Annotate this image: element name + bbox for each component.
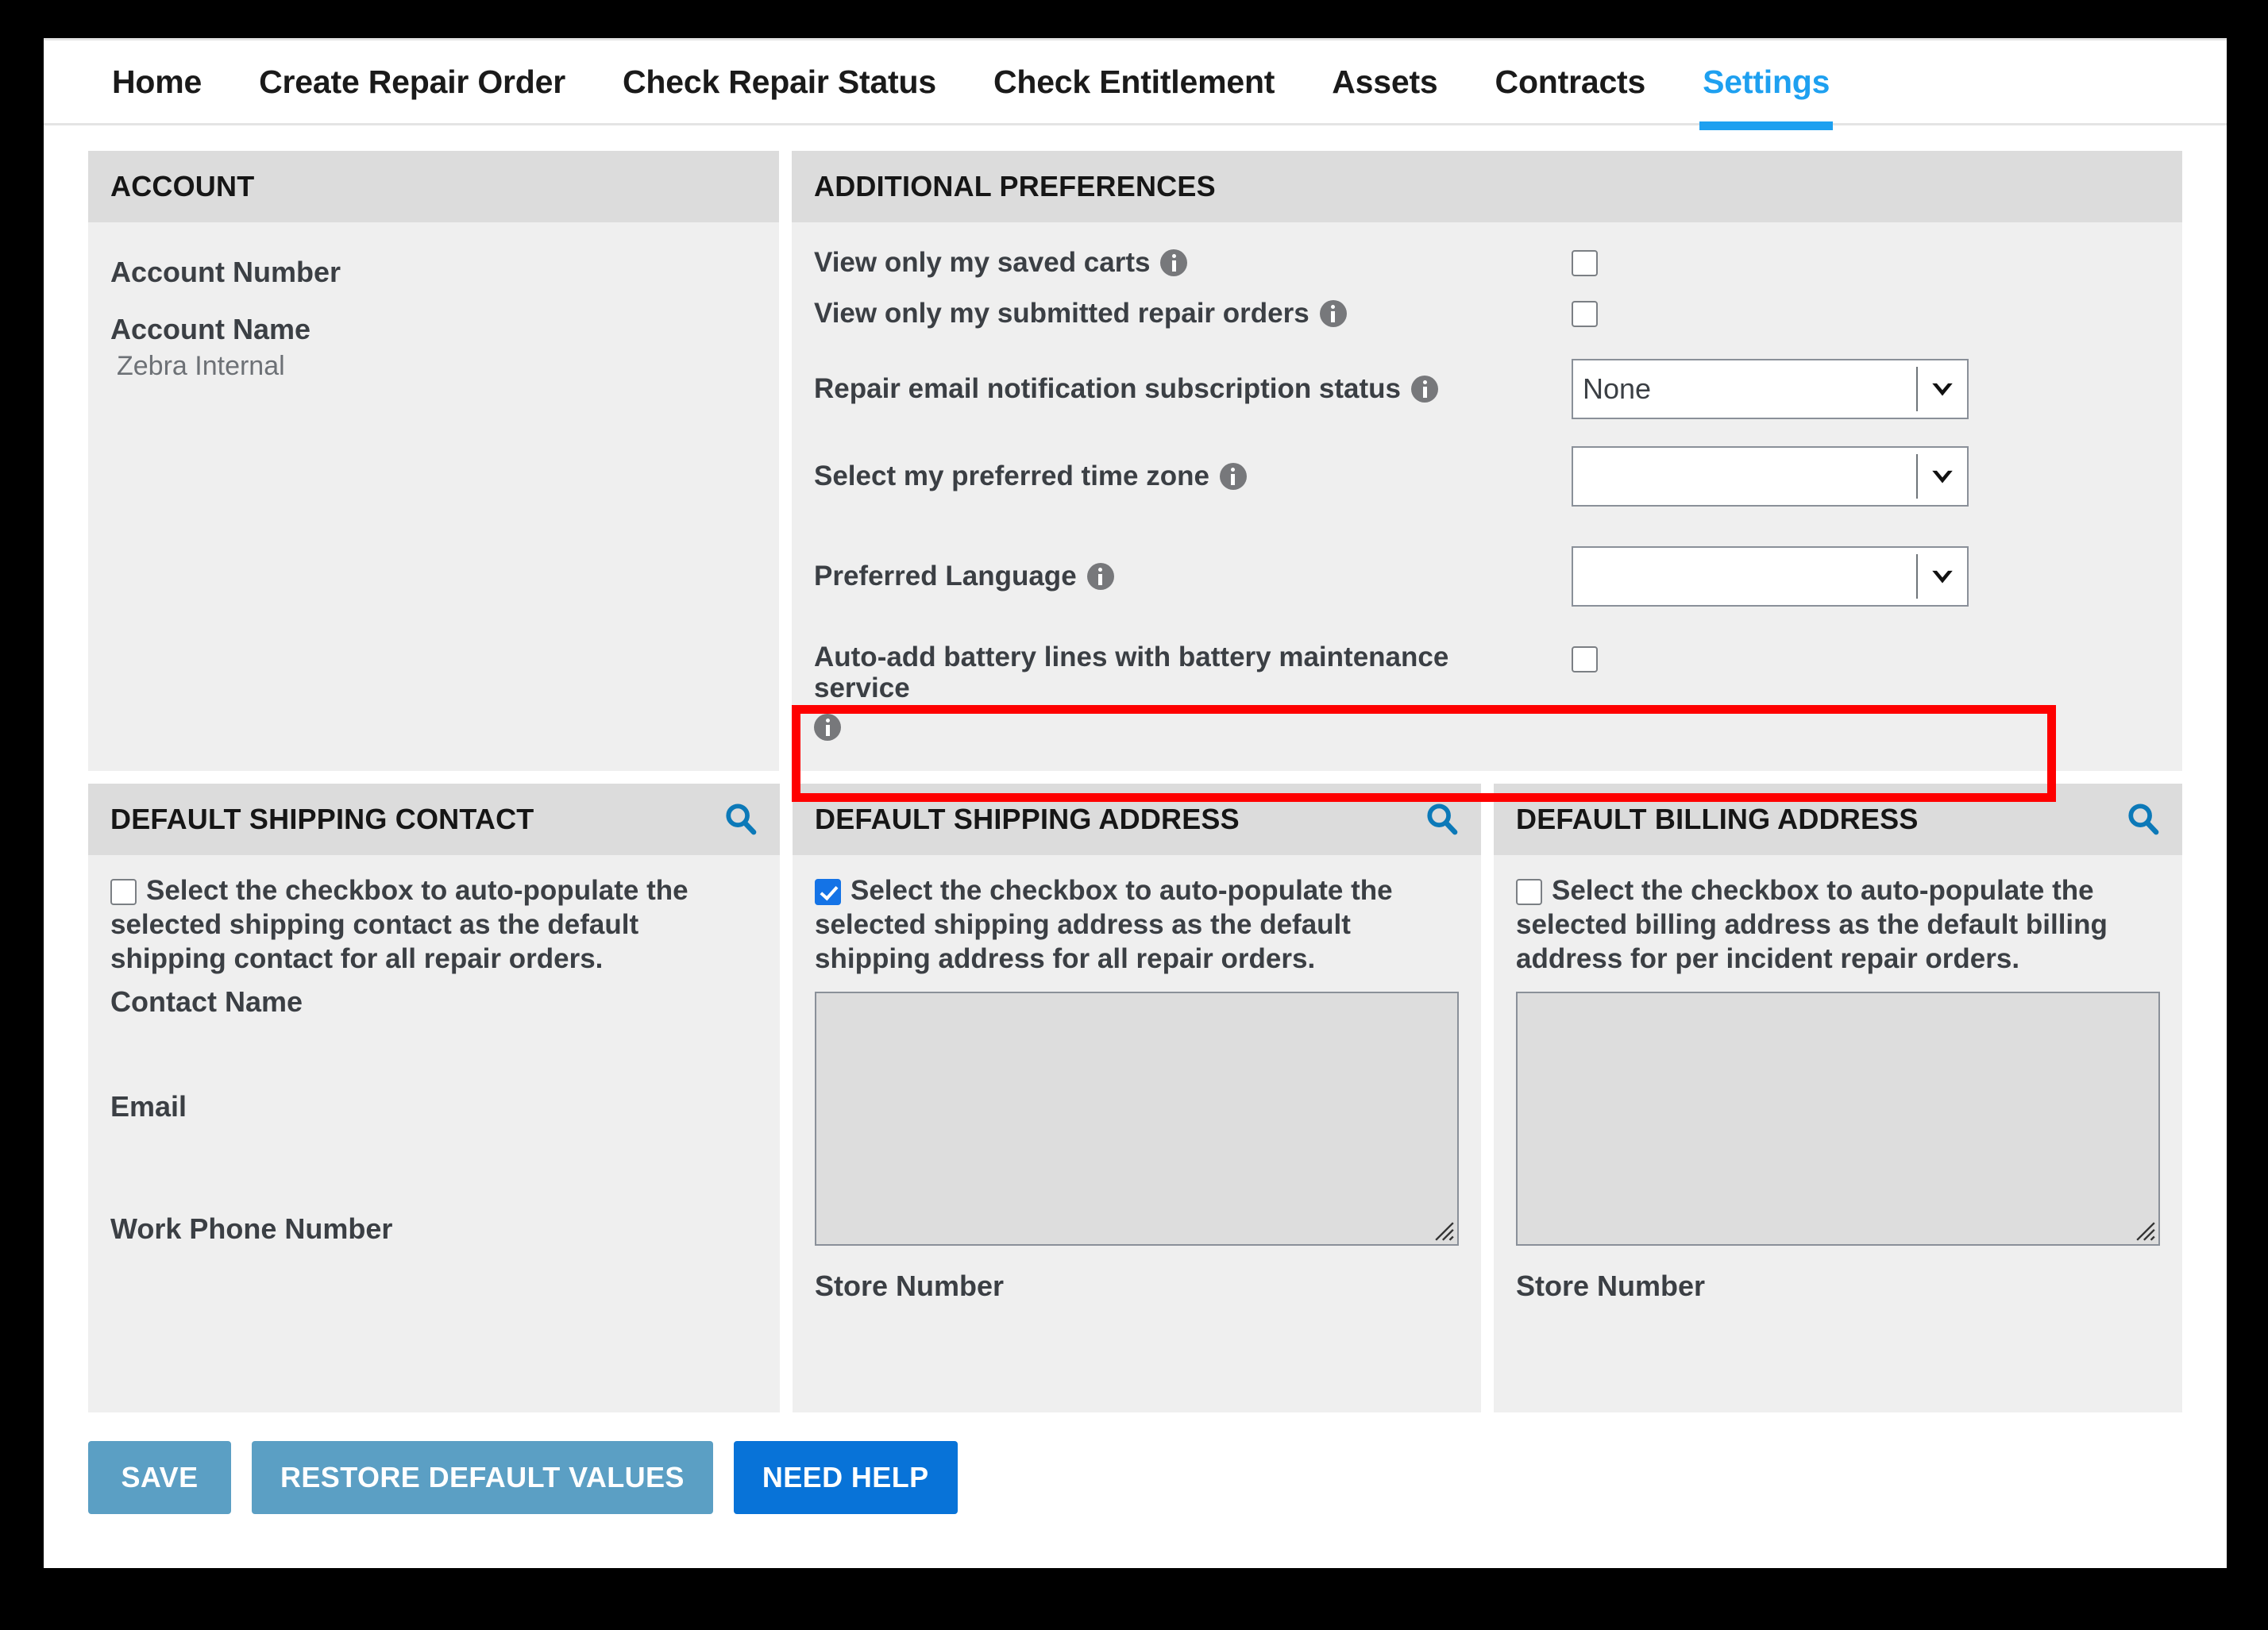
pref-row-email-subscription: Repair email notification subscription s… (814, 354, 2160, 424)
pref-label-time-zone: Select my preferred time zone (814, 460, 1209, 492)
select-preferred-language[interactable] (1572, 546, 1969, 607)
account-panel-body: Account Number Account Name Zebra Intern… (88, 222, 779, 404)
checkbox-default-shipping-address[interactable] (815, 879, 841, 906)
account-number-label: Account Number (110, 256, 341, 288)
pref-row-preferred-language: Preferred Language (814, 541, 2160, 611)
need-help-button[interactable]: NEED HELP (733, 1441, 958, 1515)
nav-item-home[interactable]: Home (109, 64, 205, 101)
default-billing-address-panel: DEFAULT BILLING ADDRESS Select the check… (1494, 784, 2182, 1413)
save-button[interactable]: SAVE (88, 1441, 231, 1515)
pref-row-saved-carts: View only my saved carts (814, 241, 2160, 284)
store-number-label: Store Number (815, 1270, 1005, 1303)
account-panel-header: ACCOUNT (88, 151, 779, 222)
nav-item-settings[interactable]: Settings (1699, 64, 1834, 130)
pref-row-submitted-orders: View only my submitted repair orders (814, 292, 2160, 335)
search-icon[interactable] (723, 801, 759, 838)
restore-default-values-button[interactable]: RESTORE DEFAULT VALUES (252, 1441, 713, 1515)
shipping-address-value (816, 993, 1457, 1006)
resize-grip-icon[interactable] (1434, 1221, 1455, 1242)
resize-grip-icon[interactable] (2135, 1221, 2156, 1242)
billing-address-textarea[interactable] (1516, 992, 2160, 1247)
checkbox-view-only-submitted-repair-orders[interactable] (1572, 300, 1598, 327)
billing-address-autopopulate-note: Select the checkbox to auto-populate the… (1516, 874, 2160, 976)
info-icon[interactable] (1319, 300, 1347, 327)
pref-label-email-subscription: Repair email notification subscription s… (814, 373, 1402, 405)
select-value: None (1583, 372, 1652, 405)
shipping-contact-header: DEFAULT SHIPPING CONTACT (88, 784, 780, 856)
pref-label-preferred-language: Preferred Language (814, 561, 1077, 592)
shipping-address-body: Select the checkbox to auto-populate the… (793, 855, 1481, 1335)
pref-row-time-zone: Select my preferred time zone (814, 441, 2160, 511)
account-name-value: Zebra Internal (117, 351, 285, 381)
preferences-panel-title: ADDITIONAL PREFERENCES (814, 170, 1216, 202)
preferences-panel-header: ADDITIONAL PREFERENCES (792, 151, 2182, 222)
footer-actions: SAVE RESTORE DEFAULT VALUES NEED HELP (44, 1412, 2227, 1515)
preferences-panel-body: View only my saved carts View only my su… (792, 222, 2182, 802)
select-separator (1916, 367, 1918, 411)
search-icon[interactable] (1424, 801, 1460, 838)
select-separator (1916, 554, 1918, 599)
info-icon[interactable] (1411, 376, 1439, 403)
email-label: Email (110, 1090, 187, 1123)
checkbox-view-only-saved-carts[interactable] (1572, 249, 1598, 276)
select-repair-email-notification-status[interactable]: None (1572, 359, 1969, 419)
billing-address-header: DEFAULT BILLING ADDRESS (1494, 784, 2182, 856)
nav-item-check-repair-status[interactable]: Check Repair Status (619, 64, 939, 101)
shipping-contact-body: Select the checkbox to auto-populate the… (88, 855, 780, 1277)
shipping-contact-autopopulate-note: Select the checkbox to auto-populate the… (110, 874, 758, 976)
search-icon[interactable] (2125, 801, 2162, 838)
shipping-contact-title: DEFAULT SHIPPING CONTACT (110, 803, 534, 836)
nav-item-create-repair-order[interactable]: Create Repair Order (256, 64, 569, 101)
nav-item-check-entitlement[interactable]: Check Entitlement (990, 64, 1278, 101)
main-navigation: Home Create Repair Order Check Repair St… (44, 38, 2227, 130)
billing-address-value (1518, 993, 2158, 1006)
additional-preferences-panel: ADDITIONAL PREFERENCES View only my save… (792, 151, 2182, 802)
store-number-label: Store Number (1516, 1270, 1706, 1303)
info-icon[interactable] (1086, 563, 1114, 590)
checkbox-default-billing-address[interactable] (1516, 879, 1542, 906)
pref-label-auto-add-battery: Auto-add battery lines with battery main… (814, 642, 1449, 704)
chevron-down-icon (1932, 570, 1953, 584)
default-shipping-contact-panel: DEFAULT SHIPPING CONTACT Select the chec… (88, 784, 780, 1413)
shipping-address-header: DEFAULT SHIPPING ADDRESS (793, 784, 1481, 856)
billing-address-body: Select the checkbox to auto-populate the… (1494, 855, 2182, 1335)
info-icon[interactable] (814, 714, 841, 742)
select-preferred-time-zone[interactable] (1572, 446, 1969, 507)
account-panel-title: ACCOUNT (110, 170, 255, 202)
work-phone-number-label: Work Phone Number (110, 1212, 393, 1246)
shipping-address-note-text: Select the checkbox to auto-populate the… (815, 875, 1393, 974)
shipping-address-autopopulate-note: Select the checkbox to auto-populate the… (815, 874, 1459, 976)
shipping-address-textarea[interactable] (815, 992, 1459, 1247)
billing-address-note-text: Select the checkbox to auto-populate the… (1516, 875, 2108, 974)
account-panel: ACCOUNT Account Number Account Name Zebr… (88, 151, 779, 772)
nav-item-contracts[interactable]: Contracts (1492, 64, 1649, 101)
top-panels-row: ACCOUNT Account Number Account Name Zebr… (88, 151, 2182, 802)
info-icon[interactable] (1219, 463, 1247, 490)
shipping-contact-note-text: Select the checkbox to auto-populate the… (110, 875, 688, 974)
contact-name-label: Contact Name (110, 985, 303, 1019)
chevron-down-icon (1932, 383, 1953, 396)
shipping-address-title: DEFAULT SHIPPING ADDRESS (815, 803, 1240, 836)
info-icon[interactable] (1160, 249, 1188, 276)
pref-label-submitted-orders: View only my submitted repair orders (814, 298, 1310, 329)
chevron-down-icon (1932, 470, 1953, 484)
nav-item-assets[interactable]: Assets (1329, 64, 1441, 101)
app-page: Home Create Repair Order Check Repair St… (44, 38, 2227, 1568)
billing-address-title: DEFAULT BILLING ADDRESS (1516, 803, 1919, 836)
settings-content: ACCOUNT Account Number Account Name Zebr… (44, 125, 2227, 1413)
pref-row-auto-add-battery: Auto-add battery lines with battery main… (814, 642, 2160, 742)
bottom-panels-row: DEFAULT SHIPPING CONTACT Select the chec… (88, 784, 2182, 1413)
pref-label-saved-carts: View only my saved carts (814, 247, 1151, 279)
checkbox-default-shipping-contact[interactable] (110, 879, 137, 906)
select-separator (1916, 454, 1918, 499)
checkbox-auto-add-battery-lines[interactable] (1572, 646, 1598, 672)
account-name-label: Account Name (110, 313, 311, 345)
default-shipping-address-panel: DEFAULT SHIPPING ADDRESS Select the chec… (793, 784, 1481, 1413)
